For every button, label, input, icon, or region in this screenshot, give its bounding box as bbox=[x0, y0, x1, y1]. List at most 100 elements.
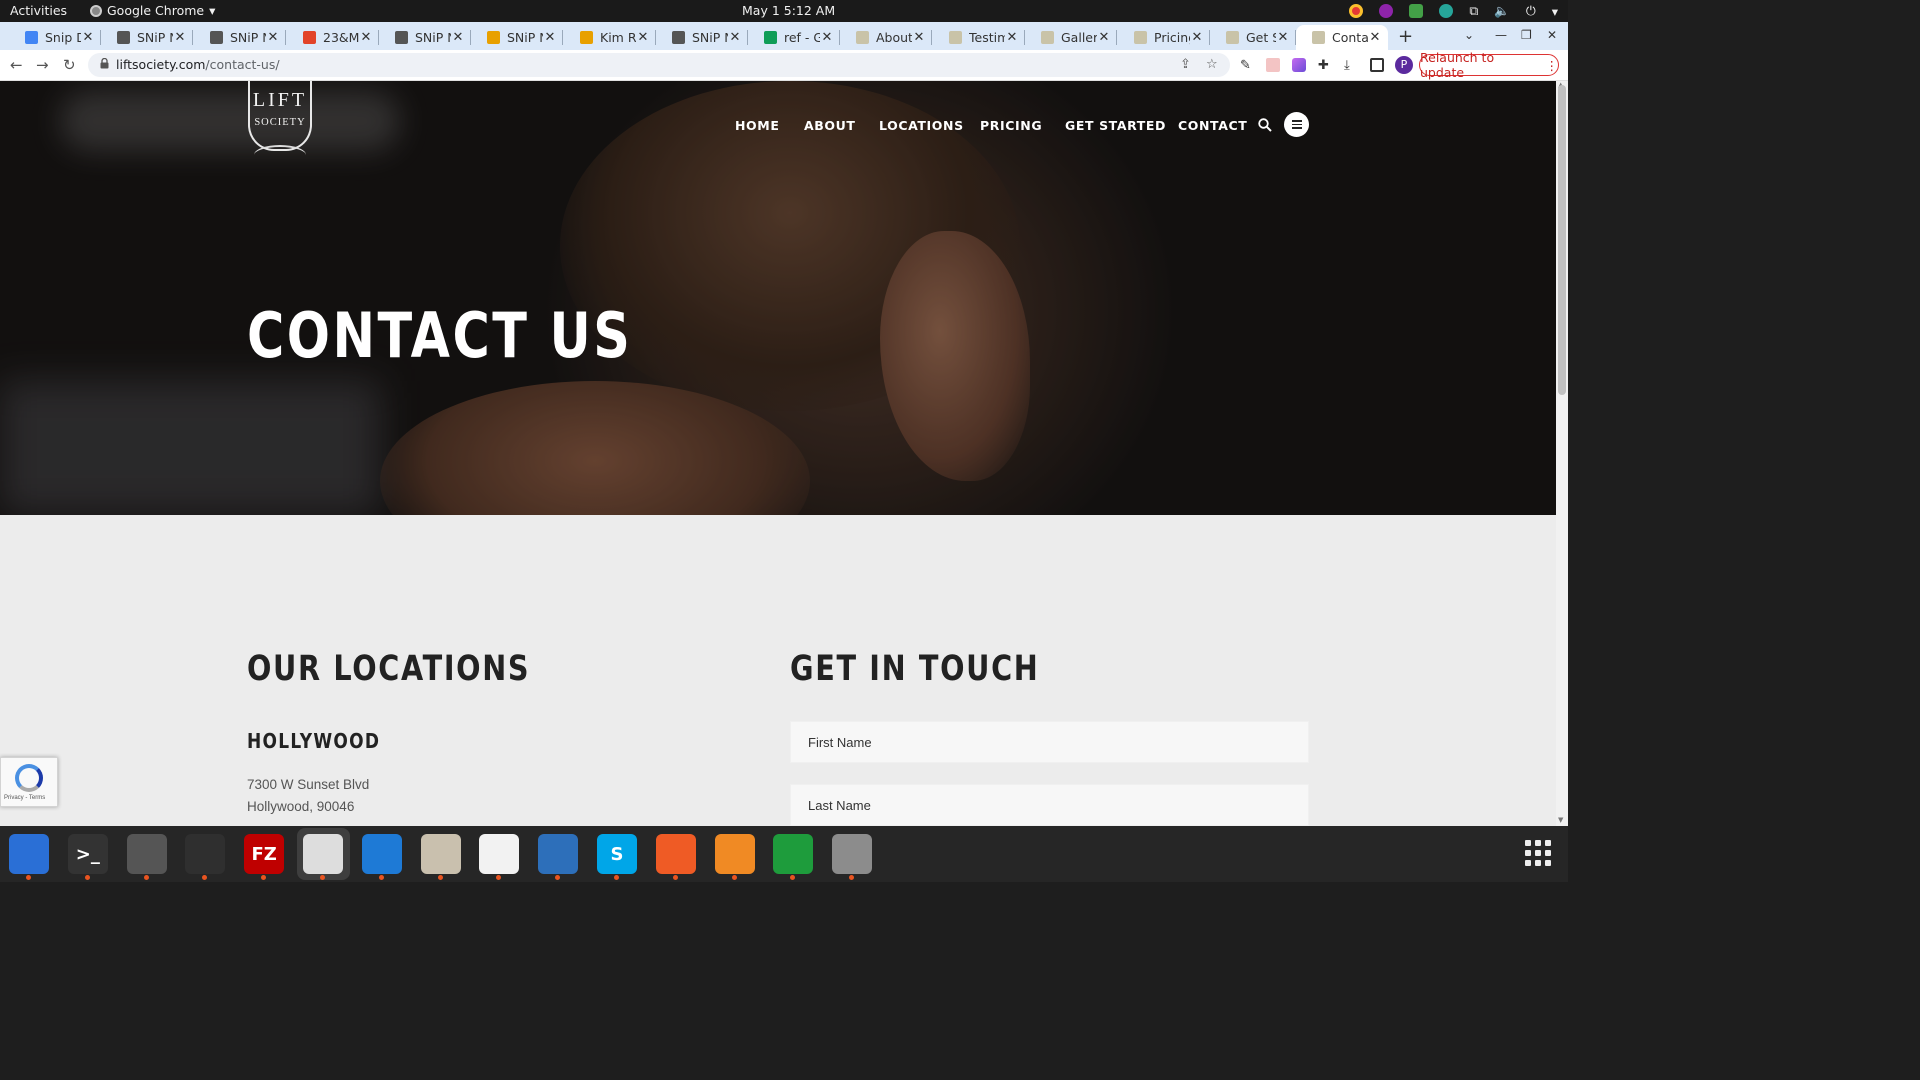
extension-icon[interactable] bbox=[1292, 58, 1306, 72]
browser-tab[interactable]: Contac✕ bbox=[1296, 25, 1388, 50]
side-panel-icon[interactable] bbox=[1370, 58, 1384, 72]
nav-contact[interactable]: CONTACT bbox=[1178, 118, 1247, 133]
writer-icon[interactable] bbox=[538, 834, 579, 880]
app-menu[interactable]: Google Chrome ▾ bbox=[90, 3, 215, 18]
close-window-icon[interactable]: ✕ bbox=[1547, 28, 1557, 42]
power-icon[interactable]: ⏻ bbox=[1526, 3, 1536, 19]
browser-tab[interactable]: Get Sta✕ bbox=[1210, 25, 1296, 50]
tab-close-icon[interactable]: ✕ bbox=[451, 30, 465, 45]
tab-close-icon[interactable]: ✕ bbox=[1005, 30, 1019, 45]
profile-avatar[interactable]: P bbox=[1395, 56, 1413, 74]
browser-tab[interactable]: Gallery✕ bbox=[1025, 25, 1117, 50]
browser-tab[interactable]: 23&ME✕ bbox=[287, 25, 379, 50]
browser-tab[interactable]: Kim Re✕ bbox=[564, 25, 656, 50]
page-scrollbar[interactable]: ▲ ▼ bbox=[1556, 81, 1568, 826]
forward-icon[interactable]: → bbox=[36, 56, 49, 74]
skype-icon[interactable]: S bbox=[597, 834, 637, 880]
running-indicator bbox=[84, 875, 90, 880]
vscode-icon[interactable] bbox=[361, 834, 402, 880]
hamburger-menu-button[interactable] bbox=[1284, 112, 1309, 137]
volume-icon[interactable]: 🔈 bbox=[1494, 3, 1510, 19]
tab-close-icon[interactable]: ✕ bbox=[636, 30, 650, 45]
tab-close-icon[interactable]: ✕ bbox=[543, 30, 557, 45]
tab-close-icon[interactable]: ✕ bbox=[266, 30, 280, 45]
system-tray[interactable]: ⧉ 🔈 ⏻ ▾ bbox=[1349, 3, 1558, 19]
firefox-dev-icon[interactable] bbox=[714, 834, 755, 880]
recaptcha-links[interactable]: Privacy - Terms bbox=[4, 795, 45, 801]
caret-down-icon[interactable]: ▾ bbox=[1552, 4, 1558, 19]
hero-overlay bbox=[0, 81, 1556, 515]
tab-close-icon[interactable]: ✕ bbox=[1276, 30, 1290, 45]
tab-close-icon[interactable]: ✕ bbox=[81, 30, 95, 45]
browser-tab[interactable]: SNiP N✕ bbox=[194, 25, 286, 50]
files-icon[interactable] bbox=[420, 834, 461, 880]
first-name-field[interactable]: First Name bbox=[790, 721, 1309, 763]
system-monitor-icon[interactable] bbox=[185, 834, 226, 880]
more-menu-icon[interactable]: ⋮ bbox=[1546, 58, 1559, 73]
browser-tab[interactable]: Pricing✕ bbox=[1118, 25, 1210, 50]
tab-close-icon[interactable]: ✕ bbox=[1190, 30, 1204, 45]
app-tray-icon[interactable] bbox=[1379, 4, 1394, 18]
browser-tab[interactable]: SNiP N✕ bbox=[379, 25, 471, 50]
site-icon bbox=[1041, 31, 1054, 44]
tab-search-icon[interactable]: ⌄ bbox=[1464, 28, 1474, 42]
browser-tab[interactable]: SNiP N✕ bbox=[101, 25, 193, 50]
network-icon[interactable]: ⧉ bbox=[1469, 3, 1478, 19]
url-text[interactable]: liftsociety.com/contact-us/ bbox=[116, 57, 280, 72]
browser-tab[interactable]: ref - Go✕ bbox=[748, 25, 840, 50]
text-editor-icon[interactable] bbox=[479, 834, 520, 880]
tab-close-icon[interactable]: ✕ bbox=[728, 30, 742, 45]
address-bar[interactable]: liftsociety.com/contact-us/ ⇪ ☆ bbox=[88, 53, 1230, 77]
chrome-tray-icon[interactable] bbox=[1349, 4, 1364, 18]
tab-close-icon[interactable]: ✕ bbox=[173, 30, 187, 45]
tab-close-icon[interactable]: ✕ bbox=[1368, 30, 1382, 45]
filezilla-icon[interactable]: FZ bbox=[244, 834, 285, 880]
nav-get-started[interactable]: GET STARTED bbox=[1065, 118, 1166, 133]
grid-dot bbox=[1535, 850, 1541, 856]
reload-icon[interactable]: ↻ bbox=[63, 56, 76, 74]
postman-icon[interactable] bbox=[655, 834, 696, 880]
disk-icon[interactable] bbox=[832, 834, 873, 880]
share-icon[interactable]: ⇪ bbox=[1180, 57, 1191, 72]
running-indicator bbox=[731, 875, 737, 880]
browser-tab[interactable]: About ✕ bbox=[840, 25, 932, 50]
scroll-down-arrow-icon[interactable]: ▼ bbox=[1558, 816, 1563, 824]
browser-tab[interactable]: SNiP N✕ bbox=[471, 25, 563, 50]
thunderbird-icon[interactable] bbox=[9, 834, 49, 880]
back-icon[interactable]: ← bbox=[10, 56, 23, 74]
clock[interactable]: May 1 5:12 AM bbox=[742, 3, 835, 18]
new-tab-button[interactable]: + bbox=[1398, 26, 1413, 47]
nav-locations[interactable]: LOCATIONS bbox=[879, 118, 964, 133]
relaunch-button[interactable]: Relaunch to update ⋮ bbox=[1419, 50, 1559, 80]
tab-close-icon[interactable]: ✕ bbox=[359, 30, 373, 45]
sync-tray-icon[interactable] bbox=[1439, 4, 1454, 18]
restore-icon[interactable]: ❐ bbox=[1521, 28, 1532, 42]
nav-home[interactable]: HOME bbox=[735, 118, 779, 133]
tab-close-icon[interactable]: ✕ bbox=[912, 30, 926, 45]
browser-tab[interactable]: SNiP N✕ bbox=[656, 25, 748, 50]
search-icon[interactable] bbox=[1258, 118, 1272, 132]
recaptcha-badge[interactable]: Privacy - Terms bbox=[0, 757, 58, 807]
nav-pricing[interactable]: PRICING bbox=[980, 118, 1042, 133]
last-name-field[interactable]: Last Name bbox=[790, 784, 1309, 826]
show-apps-icon[interactable] bbox=[1525, 840, 1551, 866]
chrome-icon[interactable] bbox=[303, 834, 343, 880]
calculator-icon[interactable] bbox=[126, 834, 167, 880]
browser-tab[interactable]: Snip De✕ bbox=[9, 25, 101, 50]
bookmark-star-icon[interactable]: ☆ bbox=[1206, 57, 1218, 72]
update-tray-icon[interactable] bbox=[1409, 4, 1424, 18]
tab-close-icon[interactable]: ✕ bbox=[1097, 30, 1111, 45]
nav-about[interactable]: ABOUT bbox=[804, 118, 856, 133]
browser-tab[interactable]: Testim ✕ bbox=[933, 25, 1025, 50]
activities-button[interactable]: Activities bbox=[10, 3, 67, 18]
extension-icon[interactable] bbox=[1266, 58, 1280, 72]
eyedropper-extension-icon[interactable]: ✎ bbox=[1240, 58, 1254, 73]
scrollbar-thumb[interactable] bbox=[1558, 85, 1566, 395]
site-logo[interactable]: LIFT SOCIETY bbox=[248, 81, 312, 167]
download-icon[interactable]: ⤓ bbox=[1344, 58, 1358, 73]
calc-sheets-icon[interactable] bbox=[773, 834, 814, 880]
terminal-icon[interactable]: >_ bbox=[67, 834, 108, 880]
minimize-icon[interactable]: — bbox=[1495, 28, 1507, 42]
puzzle-extensions-icon[interactable]: ✚ bbox=[1318, 58, 1332, 73]
tab-close-icon[interactable]: ✕ bbox=[820, 30, 834, 45]
